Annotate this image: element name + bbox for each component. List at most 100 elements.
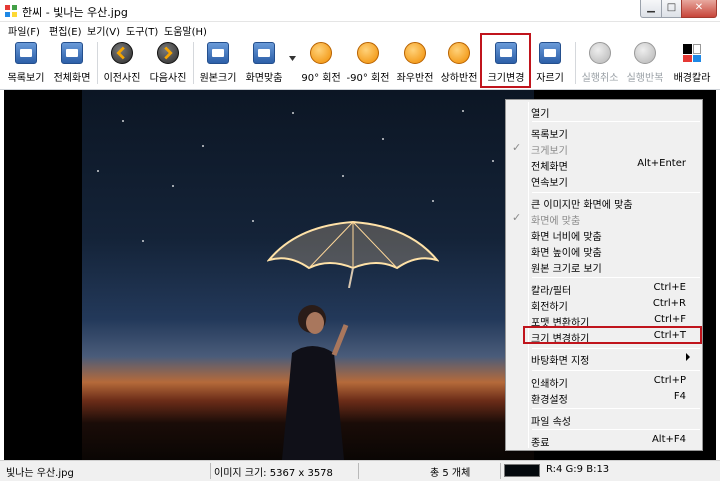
ctx-set-wallpaper-label: 바탕화면 지정 [531,356,590,367]
menu-edit[interactable]: 편집(E) [49,23,82,38]
ctx-color-filter-shortcut: Ctrl+E [653,282,687,293]
fit-screen-dropdown[interactable] [287,38,297,88]
ctx-slideshow-label: 연속보기 [531,178,568,189]
flip-horizontal-button[interactable]: 좌우반전 [393,38,437,88]
ctx-separator [532,348,700,349]
ctx-exit-label: 종료 [531,438,550,449]
redo-icon [634,42,656,64]
color-palette-icon [681,42,703,64]
undo-button[interactable]: 실행취소 [578,38,622,88]
photo-canvas [82,90,534,460]
bg-color-button[interactable]: 배경칼라 [668,38,716,88]
ctx-fit-width-label: 화면 너비에 맞춤 [531,232,602,243]
chevron-down-icon [289,56,296,61]
fullscreen-button[interactable]: 전체화면 [50,38,94,88]
ctx-separator [532,429,700,430]
ctx-settings[interactable]: 환경설정 F4 [508,389,700,406]
ctx-original-size-label: 원본 크기로 보기 [531,264,602,275]
flip-vertical-label: 상하반전 [440,73,478,84]
ctx-print[interactable]: 인쇄하기 Ctrl+P [508,373,700,390]
undo-label: 실행취소 [581,73,619,84]
ctx-list-view-label: 목록보기 [531,130,568,141]
ctx-open-label: 열기 [531,109,550,120]
ctx-large-view-label: 크게보기 [531,146,568,157]
menu-view[interactable]: 보기(V) [87,23,120,38]
status-divider [500,463,501,479]
status-count: 총 5 개체 [430,468,471,479]
ctx-fit-large-only-label: 큰 이미지만 화면에 맞춤 [531,200,633,211]
ctx-file-properties[interactable]: 파일 속성 [508,411,700,428]
undo-icon [589,42,611,64]
redo-button[interactable]: 실행반복 [623,38,667,88]
list-view-icon [15,42,37,64]
ctx-fit-width[interactable]: 화면 너비에 맞춤 [508,226,700,243]
ctx-fullscreen-shortcut: Alt+Enter [637,158,686,169]
menu-help[interactable]: 도움말(H) [164,23,207,38]
crop-label: 자르기 [536,73,564,84]
ctx-rotate-label: 회전하기 [531,302,568,313]
status-rgb: R:4 G:9 B:13 [546,464,610,475]
next-photo-button[interactable]: 다음사진 [146,38,190,88]
fullscreen-label: 전체화면 [53,73,91,84]
flip-vertical-button[interactable]: 상하반전 [437,38,481,88]
ctx-separator [532,121,700,122]
ctx-fit-screen[interactable]: ✓ 화면에 맞춤 [508,210,700,227]
close-button[interactable]: ✕ [681,0,717,18]
ctx-set-wallpaper[interactable]: 바탕화면 지정 [508,350,700,367]
list-view-button[interactable]: 목록보기 [5,38,47,88]
bg-color-label: 배경칼라 [673,73,711,84]
ctx-rotate[interactable]: 회전하기 Ctrl+R [508,296,700,313]
crop-icon [539,42,561,64]
rotate-minus-90-button[interactable]: -90° 회전 [344,38,392,88]
status-filename: 빛나는 우산.jpg [6,468,74,479]
ctx-separator [532,408,700,409]
ctx-rotate-shortcut: Ctrl+R [652,298,686,309]
ctx-color-filter[interactable]: 칼라/필터 Ctrl+E [508,280,700,297]
crop-button[interactable]: 자르기 [530,38,570,88]
flip-horizontal-label: 좌우반전 [396,73,434,84]
original-size-label: 원본크기 [199,73,237,84]
ctx-slideshow[interactable]: 연속보기 [508,172,700,189]
fit-screen-icon [253,42,275,64]
umbrella-figure [267,220,439,288]
menu-file[interactable]: 파일(F) [8,23,40,38]
ctx-open[interactable]: 열기 [508,103,700,120]
ctx-file-properties-label: 파일 속성 [531,417,571,428]
fit-screen-button[interactable]: 화면맞춤 [242,38,286,88]
status-divider [358,463,359,479]
ctx-exit-shortcut: Alt+F4 [651,434,686,445]
ctx-fit-large-only[interactable]: 큰 이미지만 화면에 맞춤 [508,194,700,211]
original-size-icon [207,42,229,64]
original-size-button[interactable]: 원본크기 [196,38,240,88]
ctx-list-view[interactable]: 목록보기 [508,124,700,141]
resize-menu-highlight [523,326,702,344]
rotate-ccw-icon [357,42,379,64]
ctx-large-view[interactable]: ✓ 크게보기 [508,140,700,157]
ctx-settings-shortcut: F4 [673,391,686,402]
minimize-icon: ▁ [647,2,655,13]
ctx-fit-screen-label: 화면에 맞춤 [531,216,581,227]
arrow-left-icon [111,42,133,64]
ctx-separator [532,192,700,193]
ctx-exit[interactable]: 종료 Alt+F4 [508,432,700,449]
ctx-fit-height-label: 화면 높이에 맞춤 [531,248,602,259]
prev-photo-button[interactable]: 이전사진 [100,38,144,88]
menu-tools[interactable]: 도구(T) [126,23,158,38]
status-image-size: 이미지 크기: 5367 x 3578 [214,468,333,479]
rotate-90-label: 90° 회전 [301,73,341,84]
rotate-90-button[interactable]: 90° 회전 [298,38,344,88]
status-bar: 빛나는 우산.jpg 이미지 크기: 5367 x 3578 총 5 개체 R:… [0,460,720,481]
ctx-fit-height[interactable]: 화면 높이에 맞춤 [508,242,700,259]
flip-vertical-icon [448,42,470,64]
minimize-button[interactable]: ▁ [640,0,662,18]
ctx-print-label: 인쇄하기 [531,379,568,390]
ctx-original-size[interactable]: 원본 크기로 보기 [508,258,700,275]
title-bar: 한씨 - 빛나는 우산.jpg ▁ □ ✕ [0,0,720,22]
close-icon: ✕ [694,2,704,13]
ctx-fullscreen[interactable]: 전체화면 Alt+Enter [508,156,700,173]
maximize-button[interactable]: □ [661,0,682,18]
ctx-print-shortcut: Ctrl+P [653,375,686,386]
toolbar-divider [97,42,98,84]
flip-horizontal-icon [404,42,426,64]
next-photo-label: 다음사진 [149,73,187,84]
